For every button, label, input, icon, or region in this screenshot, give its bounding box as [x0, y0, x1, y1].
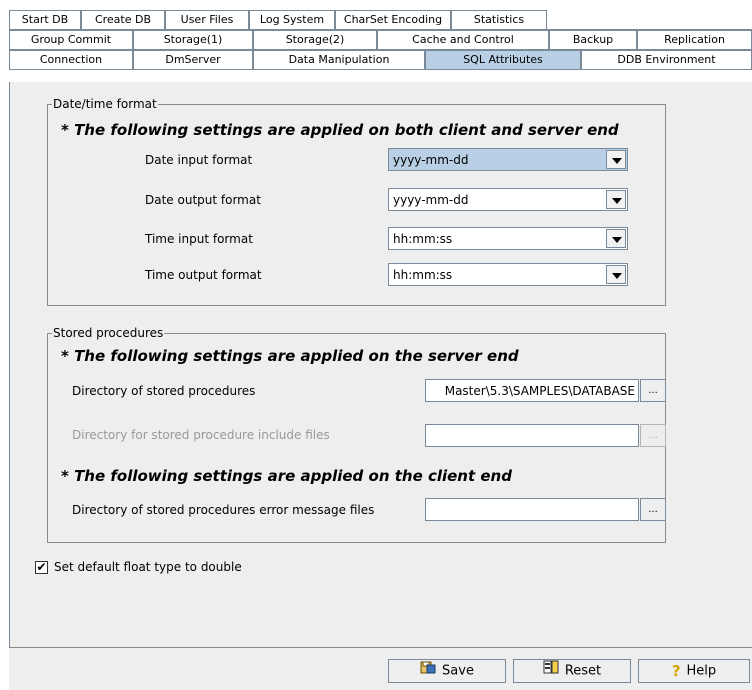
stored-procedures-legend: Stored procedures [52, 326, 165, 340]
tab-charset-encoding[interactable]: CharSet Encoding [335, 10, 451, 29]
reset-button[interactable]: Reset [513, 659, 631, 683]
include-files-dir-field[interactable] [425, 424, 639, 447]
chevron-down-icon[interactable] [606, 150, 626, 169]
float-double-label: Set default float type to double [54, 560, 242, 574]
time-output-format-select[interactable]: hh:mm:ss [388, 263, 628, 286]
server-end-note: * The following settings are applied on … [61, 347, 519, 365]
stored-procedures-dir-field[interactable]: Master\5.3\SAMPLES\DATABASE [425, 379, 639, 402]
chevron-down-icon[interactable] [606, 190, 626, 209]
chevron-down-icon[interactable] [606, 265, 626, 284]
date-output-label: Date output format [145, 193, 261, 207]
tab-divider [9, 69, 752, 70]
browse-include-files-dir-button[interactable]: ... [640, 424, 666, 447]
help-button[interactable]: ? Help [638, 659, 750, 683]
date-output-value: yyyy-mm-dd [393, 193, 469, 207]
stored-procedures-dir-label: Directory of stored procedures [72, 384, 256, 398]
tab-storage-2[interactable]: Storage(2) [253, 30, 377, 49]
tab-data-manipulation[interactable]: Data Manipulation [253, 50, 425, 69]
time-output-value: hh:mm:ss [393, 268, 453, 282]
help-label: Help [686, 663, 717, 679]
time-input-format-select[interactable]: hh:mm:ss [388, 227, 628, 250]
datetime-legend: Date/time format [52, 97, 158, 111]
float-double-checkbox[interactable]: ✔ [35, 561, 48, 574]
reset-icon [543, 660, 559, 682]
tab-statistics[interactable]: Statistics [451, 10, 547, 29]
tab-cache-and-control[interactable]: Cache and Control [377, 30, 549, 49]
help-icon: ? [671, 662, 681, 680]
chevron-down-icon[interactable] [606, 229, 626, 248]
browse-error-message-dir-button[interactable]: ... [640, 498, 666, 521]
tab-connection[interactable]: Connection [9, 50, 133, 69]
reset-label: Reset [564, 663, 602, 679]
tab-backup[interactable]: Backup [549, 30, 637, 49]
date-input-format-select[interactable]: yyyy-mm-dd [388, 148, 628, 171]
save-label: Save [442, 663, 474, 679]
include-files-dir-label: Directory for stored procedure include f… [72, 428, 330, 442]
tab-storage-1[interactable]: Storage(1) [133, 30, 253, 49]
tab-create-db[interactable]: Create DB [81, 10, 165, 29]
error-message-dir-field[interactable] [425, 498, 639, 521]
date-output-format-select[interactable]: yyyy-mm-dd [388, 188, 628, 211]
date-input-value: yyyy-mm-dd [393, 153, 469, 167]
time-output-label: Time output format [145, 268, 262, 282]
tab-ddb-environment[interactable]: DDB Environment [581, 50, 752, 69]
save-icon [420, 660, 436, 682]
stored-procedures-dir-value: Master\5.3\SAMPLES\DATABASE [444, 384, 635, 398]
browse-stored-procedures-dir-button[interactable]: ... [640, 379, 666, 402]
date-input-label: Date input format [145, 153, 253, 167]
save-button[interactable]: Save [388, 659, 506, 683]
tab-dmserver[interactable]: DmServer [133, 50, 253, 69]
tab-group-commit[interactable]: Group Commit [9, 30, 133, 49]
tab-user-files[interactable]: User Files [165, 10, 249, 29]
tab-strip: Start DB Create DB User Files Log System… [9, 10, 752, 82]
datetime-note: * The following settings are applied on … [61, 121, 619, 139]
tab-replication[interactable]: Replication [637, 30, 752, 49]
client-end-note: * The following settings are applied on … [61, 467, 512, 485]
time-input-label: Time input format [145, 232, 253, 246]
tab-start-db[interactable]: Start DB [9, 10, 81, 29]
tab-log-system[interactable]: Log System [249, 10, 335, 29]
error-message-dir-label: Directory of stored procedures error mes… [72, 503, 375, 517]
time-input-value: hh:mm:ss [393, 232, 453, 246]
tab-sql-attributes[interactable]: SQL Attributes [425, 50, 581, 70]
